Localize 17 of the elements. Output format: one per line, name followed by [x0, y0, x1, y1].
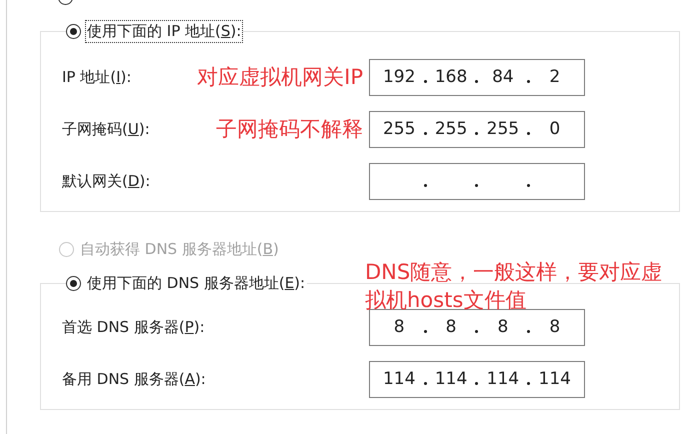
field-label: 默认网关(D): [62, 172, 150, 190]
field-label: 备用 DNS 服务器(A): [62, 370, 206, 388]
ip-address-field[interactable]: 114 114 114 114 [369, 360, 585, 398]
ip-address-field[interactable] [369, 162, 585, 200]
ip-address-field[interactable]: 255 255 255 0 [369, 110, 585, 148]
radio-label: 自动获得 DNS 服务器地址(B) [79, 239, 280, 260]
radio-label: 使用下面的 DNS 服务器地址(E): [86, 273, 306, 294]
radio-label: 使用下面的 IP 地址(S): [85, 20, 244, 43]
radio-button[interactable] [66, 276, 81, 291]
field-label: 首选 DNS 服务器(P): [62, 318, 205, 336]
field-label: 子网掩码(U): [62, 120, 150, 138]
ip-address-field[interactable]: 8 8 8 8 [369, 308, 585, 346]
radio-button[interactable] [66, 24, 81, 39]
annotation-text: 子网掩码不解释 [216, 116, 363, 143]
ip-address-field[interactable]: 192 168 84 2 [369, 58, 585, 96]
annotation-text: 对应虚拟机网关IP [197, 64, 363, 91]
field-label: IP 地址(I): [62, 68, 132, 86]
